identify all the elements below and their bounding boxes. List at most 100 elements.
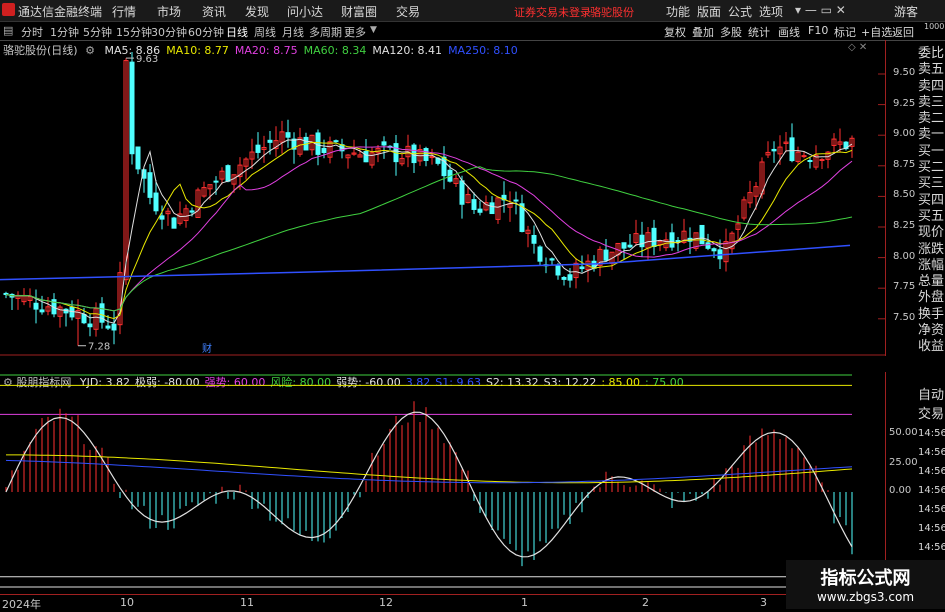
- window-controls[interactable]: ▾ — ▭ ✕: [795, 3, 846, 17]
- x-label: 11: [240, 596, 254, 609]
- menu-jiaoyi[interactable]: 交易: [396, 3, 420, 20]
- candle-body: [429, 156, 435, 159]
- menu-gongshi[interactable]: 公式: [728, 3, 752, 20]
- menu-shichang[interactable]: 市场: [157, 3, 181, 20]
- indicator-chart[interactable]: [0, 372, 885, 594]
- price-axis: 9.50 9.25 9.00 8.75 8.50 8.25 8.00 7.75 7.50: [885, 40, 919, 356]
- side-field: 委比: [918, 46, 945, 61]
- ma-line: [5, 146, 853, 312]
- menu-xuanxiang[interactable]: 选项: [759, 3, 783, 20]
- ma-line: [5, 138, 853, 324]
- watermark-badge: 指标公式网 www.zbgs3.com: [786, 560, 945, 609]
- candle-body: [603, 249, 609, 261]
- candle-body: [321, 147, 327, 153]
- side-field: 换手: [918, 306, 945, 322]
- candle-body: [549, 258, 555, 261]
- price-tick: 8.75: [893, 158, 916, 170]
- toolbar-duogu[interactable]: 多股: [720, 24, 742, 40]
- x-label: 3: [760, 596, 767, 609]
- price-tick: 9.00: [893, 128, 916, 140]
- candle-body: [639, 234, 645, 248]
- candle-body: [789, 137, 795, 162]
- side-field: 净资: [918, 323, 945, 339]
- stock-title[interactable]: 骆驼股份(日线): [3, 44, 78, 57]
- period-monthly[interactable]: 月线: [282, 24, 304, 40]
- period-fenshi[interactable]: 分时: [21, 24, 43, 40]
- candlestick-chart[interactable]: 9.637.28 财: [0, 40, 885, 356]
- period-30min[interactable]: 30分钟: [151, 24, 187, 40]
- candle-body: [225, 165, 231, 182]
- x-label: 10: [120, 596, 134, 609]
- chart-controls-icon[interactable]: ◇ ✕: [848, 42, 867, 53]
- toolbar-f10[interactable]: F10: [808, 24, 828, 37]
- candle-body: [213, 180, 219, 183]
- period-more[interactable]: 更多: [344, 24, 366, 40]
- toolbar-fanhui[interactable]: 返回: [892, 24, 914, 40]
- side-field: 外盘: [918, 290, 945, 306]
- menu-zixun[interactable]: 资讯: [202, 3, 226, 20]
- ma-line: [5, 141, 853, 320]
- menu-hangqing[interactable]: 行情: [112, 3, 136, 20]
- side-field: 涨幅: [918, 257, 945, 273]
- watermark-title: 指标公式网: [820, 568, 911, 589]
- candle-body: [669, 232, 675, 248]
- candle-body: [441, 156, 447, 177]
- side-field: 14:56: [918, 466, 945, 477]
- period-15min[interactable]: 15分钟: [116, 24, 152, 40]
- candle-body: [555, 264, 561, 276]
- candle-body: [807, 160, 813, 163]
- toolbar-fuquan[interactable]: 复权: [664, 24, 686, 40]
- indicator-line: [5, 459, 853, 484]
- side-top-label: 1000: [924, 22, 945, 31]
- candle-body: [579, 266, 585, 270]
- toolbar-add-watch[interactable]: +自选: [861, 24, 892, 40]
- period-multi[interactable]: 多周期: [309, 24, 342, 40]
- side-field: 卖一: [918, 127, 945, 143]
- menu-wenxiaoda[interactable]: 问小达: [287, 3, 323, 20]
- trade-side-panel: 自动交易14:5614:5614:5614:5614:5614:5614:561…: [918, 386, 945, 576]
- side-field: 买五: [918, 208, 945, 224]
- settings-gear-icon[interactable]: ⚙: [85, 44, 95, 57]
- low-label: 7.28: [88, 342, 110, 353]
- candle-body: [699, 224, 705, 245]
- period-5min[interactable]: 5分钟: [83, 24, 112, 40]
- menu-gongneng[interactable]: 功能: [666, 3, 690, 20]
- candle-body: [471, 199, 477, 210]
- toolbar-diejia[interactable]: 叠加: [692, 24, 714, 40]
- candle-body: [561, 277, 567, 280]
- side-field: 14:56: [918, 542, 945, 553]
- toolbar-huaxian[interactable]: 画线: [778, 24, 800, 40]
- ma-line: [5, 166, 853, 312]
- candle-body: [819, 159, 825, 162]
- period-1min[interactable]: 1分钟: [50, 24, 79, 40]
- ma-label: MA250: 8.10: [448, 44, 518, 57]
- trade-login-notice[interactable]: 证券交易未登录: [514, 4, 591, 20]
- finance-marker[interactable]: 财: [202, 342, 212, 355]
- ma-legend: MA5: 8.86 MA10: 8.77 MA20: 8.75 MA60: 8.34 M…: [98, 44, 517, 57]
- panel-toggle-icon[interactable]: ▤: [3, 24, 13, 37]
- menu-faxian[interactable]: 发现: [245, 3, 269, 20]
- candle-body: [627, 244, 633, 248]
- period-daily[interactable]: 日线: [226, 24, 248, 40]
- price-tick: 9.50: [893, 67, 916, 78]
- notice-stock-name: 骆驼股份: [590, 6, 634, 19]
- side-field: 卖四: [918, 78, 945, 94]
- toolbar-biaoji[interactable]: 标记: [834, 24, 856, 40]
- toolbar-tongji[interactable]: 统计: [748, 24, 770, 40]
- price-tick: 9.25: [893, 97, 916, 109]
- candle-body: [537, 246, 543, 262]
- period-60min[interactable]: 60分钟: [188, 24, 224, 40]
- menu-banmian[interactable]: 版面: [697, 3, 721, 20]
- menu-caifuquan[interactable]: 财富圈: [341, 3, 377, 20]
- price-tick: 8.50: [893, 189, 916, 201]
- more-dropdown-icon[interactable]: ▼: [370, 25, 377, 35]
- app-title: 通达信金融终端: [18, 5, 103, 19]
- candle-body: [171, 217, 177, 229]
- candle-body: [513, 199, 519, 202]
- candle-body: [159, 215, 165, 220]
- side-field: 自动: [918, 388, 945, 403]
- candle-body: [675, 240, 681, 243]
- user-label[interactable]: 游客: [894, 3, 918, 20]
- period-weekly[interactable]: 周线: [254, 24, 276, 40]
- indicator-tick: 25.00: [889, 457, 918, 468]
